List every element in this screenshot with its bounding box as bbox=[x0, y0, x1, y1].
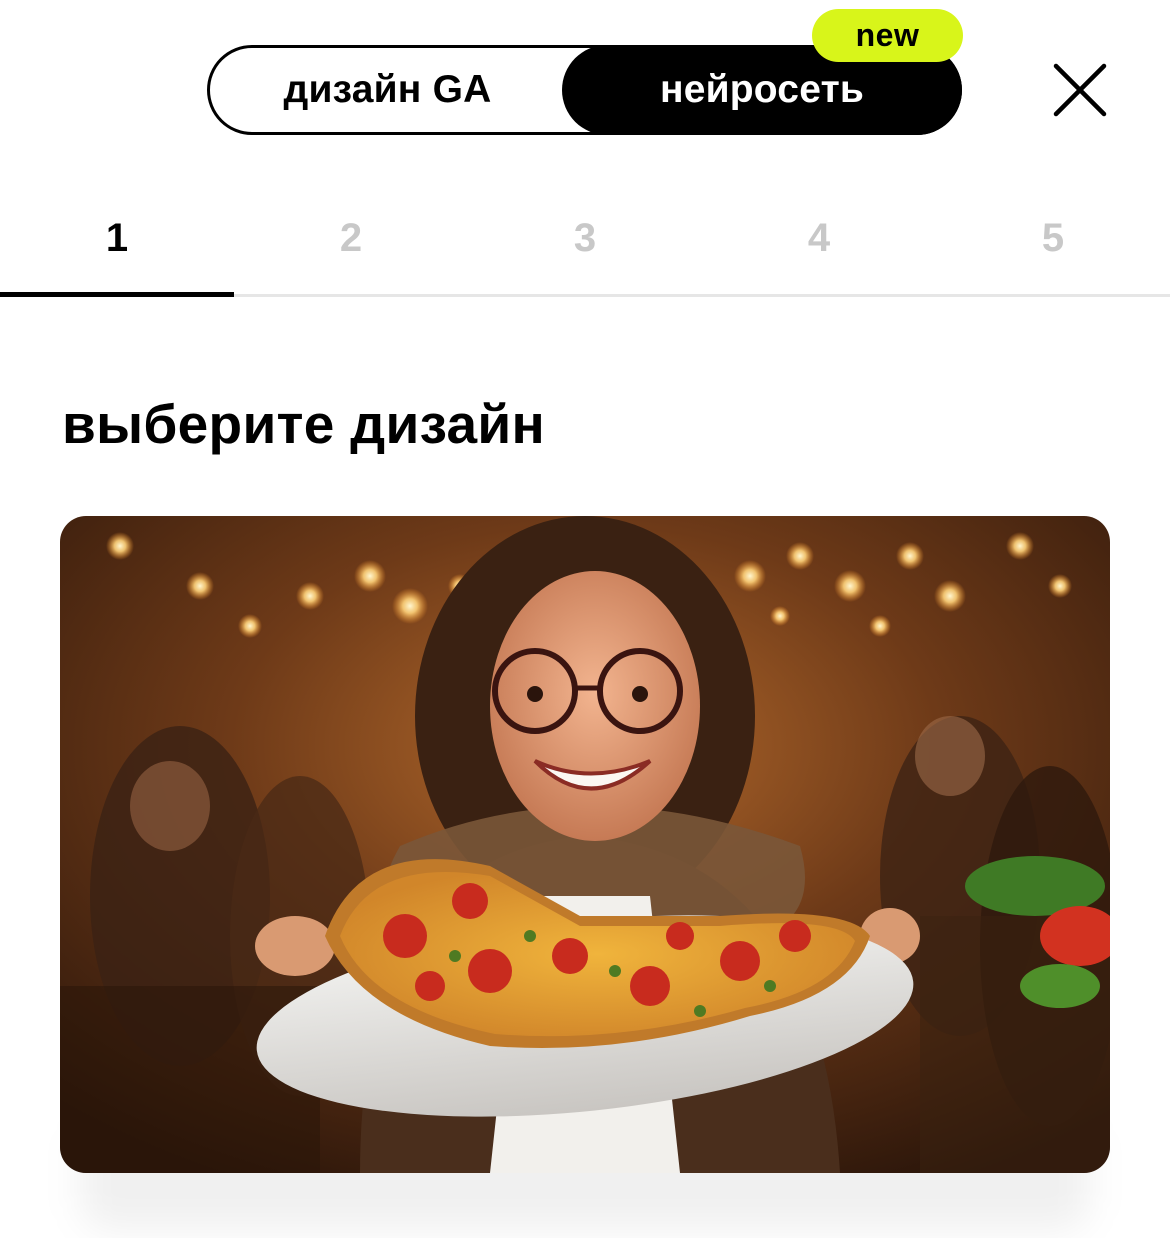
step-tab-5[interactable]: 5 bbox=[936, 200, 1170, 298]
active-step-indicator bbox=[0, 292, 234, 297]
step-tab-4[interactable]: 4 bbox=[702, 200, 936, 298]
page-title: выберите дизайн bbox=[62, 393, 546, 455]
design-preview-image bbox=[60, 516, 1110, 1173]
close-icon bbox=[1053, 63, 1107, 117]
close-button[interactable] bbox=[1050, 60, 1110, 120]
step-tab-2[interactable]: 2 bbox=[234, 200, 468, 298]
step-tab-1[interactable]: 1 bbox=[0, 200, 234, 298]
top-bar: дизайн GA нейросеть new bbox=[0, 0, 1170, 170]
step-tabs: 1 2 3 4 5 bbox=[0, 200, 1170, 298]
toggle-option-design-ga[interactable]: дизайн GA bbox=[210, 48, 565, 132]
design-card[interactable] bbox=[60, 516, 1110, 1173]
new-badge: new bbox=[812, 9, 963, 62]
step-tab-3[interactable]: 3 bbox=[468, 200, 702, 298]
